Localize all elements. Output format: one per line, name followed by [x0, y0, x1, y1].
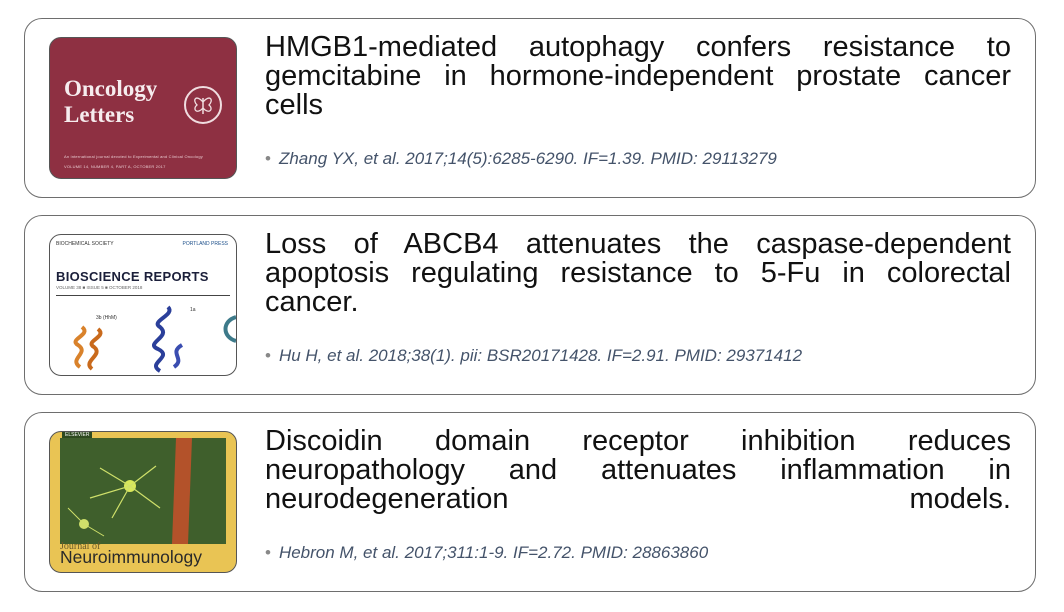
citation-text: Hu H, et al. 2018;38(1). pii: BSR2017142…: [278, 346, 803, 365]
bullet-icon: •: [265, 543, 271, 562]
journal-name: Oncology Letters: [64, 76, 157, 128]
journal-name-line1: Oncology: [64, 76, 158, 101]
publisher-left: BIOCHEMICAL SOCIETY: [56, 241, 114, 247]
article-card: Oncology Letters An international journa…: [24, 18, 1036, 198]
journal-volume: VOLUME 38 ■ ISSUE 5 ■ OCTOBER 2018: [56, 285, 143, 290]
journal-cover-oncology-letters: Oncology Letters An international journa…: [49, 37, 237, 179]
article-text: Loss of ABCB4 attenuates the caspase-dep…: [265, 230, 1011, 366]
journal-volume: VOLUME 14, NUMBER 4, PART A, OCTOBER 201…: [64, 164, 166, 169]
article-card: BIOCHEMICAL SOCIETY PORTLAND PRESS BIOSC…: [24, 215, 1036, 395]
journal-cover-bioscience-reports: BIOCHEMICAL SOCIETY PORTLAND PRESS BIOSC…: [49, 234, 237, 376]
article-citation: • Zhang YX, et al. 2017;14(5):6285-6290. …: [265, 149, 1011, 169]
butterfly-emblem-icon: [184, 86, 222, 124]
structure-label-b: 1a: [190, 307, 196, 313]
publisher-right: PORTLAND PRESS: [182, 241, 228, 247]
article-card: ELSEVIER Journal of Neuroimmunology Disc…: [24, 412, 1036, 592]
article-title: Loss of ABCB4 attenuates the caspase-dep…: [265, 228, 1011, 318]
article-title: Discoidin domain receptor inhibition red…: [265, 425, 1011, 515]
structure-label-a: 3b (HhM): [96, 315, 117, 321]
citation-text: Zhang YX, et al. 2017;14(5):6285-6290. I…: [278, 149, 777, 168]
article-citation: • Hu H, et al. 2018;38(1). pii: BSR201714…: [265, 346, 1011, 366]
article-text: Discoidin domain receptor inhibition red…: [265, 427, 1011, 563]
journal-tagline: An international journal devoted to Expe…: [64, 154, 203, 159]
bullet-icon: •: [265, 346, 271, 365]
article-title: HMGB1-mediated autophagy confers resista…: [265, 31, 1011, 121]
article-citation: • Hebron M, et al. 2017;311:1-9. IF=2.72.…: [265, 543, 1011, 563]
microscopy-image: [60, 438, 226, 544]
journal-name-line2: Letters: [64, 102, 135, 127]
citation-text: Hebron M, et al. 2017;311:1-9. IF=2.72. …: [278, 543, 709, 562]
publisher-label: ELSEVIER: [62, 432, 93, 438]
article-text: HMGB1-mediated autophagy confers resista…: [265, 33, 1011, 169]
divider: [56, 295, 230, 296]
journal-name: BIOSCIENCE REPORTS: [56, 269, 209, 284]
protein-structure-icon: 3b (HhM) 1a: [73, 305, 236, 373]
bullet-icon: •: [265, 149, 271, 168]
journal-cover-neuroimmunology: ELSEVIER Journal of Neuroimmunology: [49, 431, 237, 573]
journal-name: Neuroimmunology: [60, 547, 203, 567]
